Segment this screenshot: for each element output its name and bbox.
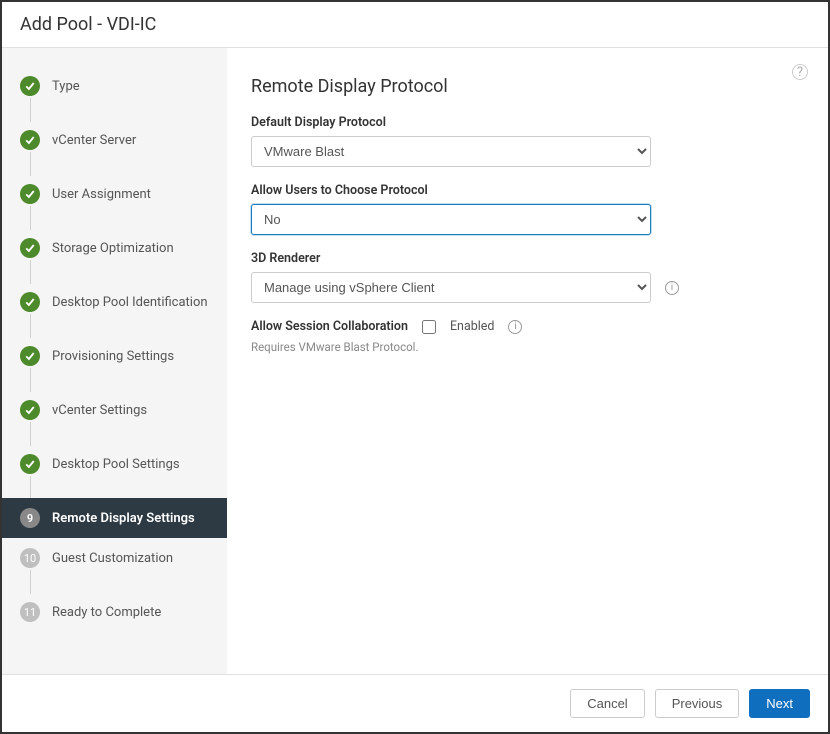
wizard-step-11: 11 Ready to Complete [2,592,227,632]
renderer-info-icon[interactable]: i [665,281,679,295]
step-connector [30,260,31,284]
check-icon [20,130,40,150]
check-icon [20,184,40,204]
wizard-step-label: User Assignment [52,187,151,202]
previous-button[interactable]: Previous [655,689,740,718]
wizard-step-label: vCenter Server [52,133,136,148]
field-renderer: 3D Renderer Manage using vSphere Client … [251,251,691,303]
wizard-step-4[interactable]: Storage Optimization [2,228,227,268]
session-collab-info-icon[interactable]: i [508,320,522,334]
step-connector [30,476,31,500]
dialog-header: Add Pool - VDI-IC [2,2,828,48]
default-protocol-select[interactable]: VMware Blast [251,136,651,167]
session-collab-note: Requires VMware Blast Protocol. [251,340,804,354]
wizard-step-label: Desktop Pool Settings [52,457,180,472]
renderer-select[interactable]: Manage using vSphere Client [251,272,651,303]
field-default-protocol: Default Display Protocol VMware Blast [251,115,691,167]
dialog-title: Add Pool - VDI-IC [20,14,810,35]
wizard-step-label: Type [52,79,80,94]
step-number-badge: 9 [20,508,40,528]
renderer-label: 3D Renderer [251,251,691,266]
wizard-step-label: Provisioning Settings [52,349,174,364]
wizard-sidebar: Type vCenter Server User Assignment Storage… [2,48,227,674]
wizard-step-7[interactable]: vCenter Settings [2,390,227,430]
wizard-step-label: Remote Display Settings [52,511,195,526]
session-collab-checkbox[interactable] [422,320,436,334]
allow-choose-select[interactable]: No [251,204,651,235]
step-connector [30,98,31,122]
step-connector [30,368,31,392]
wizard-step-label: vCenter Settings [52,403,147,418]
step-connector [30,152,31,176]
cancel-button[interactable]: Cancel [570,689,644,718]
wizard-step-3[interactable]: User Assignment [2,174,227,214]
wizard-step-10: 10 Guest Customization [2,538,227,578]
check-icon [20,238,40,258]
help-icon[interactable]: ? [792,64,808,80]
step-connector [30,206,31,230]
field-allow-choose: Allow Users to Choose Protocol No [251,183,691,235]
default-protocol-label: Default Display Protocol [251,115,691,130]
wizard-step-6[interactable]: Provisioning Settings [2,336,227,376]
allow-choose-label: Allow Users to Choose Protocol [251,183,691,198]
wizard-step-label: Ready to Complete [52,605,161,620]
field-session-collab: Allow Session Collaboration Enabled i Re… [251,319,804,354]
wizard-step-label: Guest Customization [52,551,173,566]
wizard-step-9[interactable]: 9 Remote Display Settings [2,498,227,538]
main-panel: ? Remote Display Protocol Default Displa… [227,48,828,674]
session-collab-label: Allow Session Collaboration [251,319,408,334]
dialog-footer: Cancel Previous Next [2,674,828,732]
next-button[interactable]: Next [749,689,810,718]
wizard-step-5[interactable]: Desktop Pool Identification [2,282,227,322]
check-icon [20,346,40,366]
wizard-step-8[interactable]: Desktop Pool Settings [2,444,227,484]
wizard-step-label: Storage Optimization [52,241,174,256]
step-connector [30,570,31,594]
dialog-body: Type vCenter Server User Assignment Storage… [2,48,828,674]
wizard-step-1[interactable]: Type [2,66,227,106]
wizard-step-label: Desktop Pool Identification [52,295,208,310]
step-connector [30,314,31,338]
step-connector [30,422,31,446]
step-number-badge: 10 [20,548,40,568]
session-collab-checkbox-label: Enabled [450,319,495,334]
check-icon [20,292,40,312]
check-icon [20,400,40,420]
check-icon [20,454,40,474]
wizard-step-2[interactable]: vCenter Server [2,120,227,160]
step-number-badge: 11 [20,602,40,622]
section-title: Remote Display Protocol [251,76,804,97]
check-icon [20,76,40,96]
